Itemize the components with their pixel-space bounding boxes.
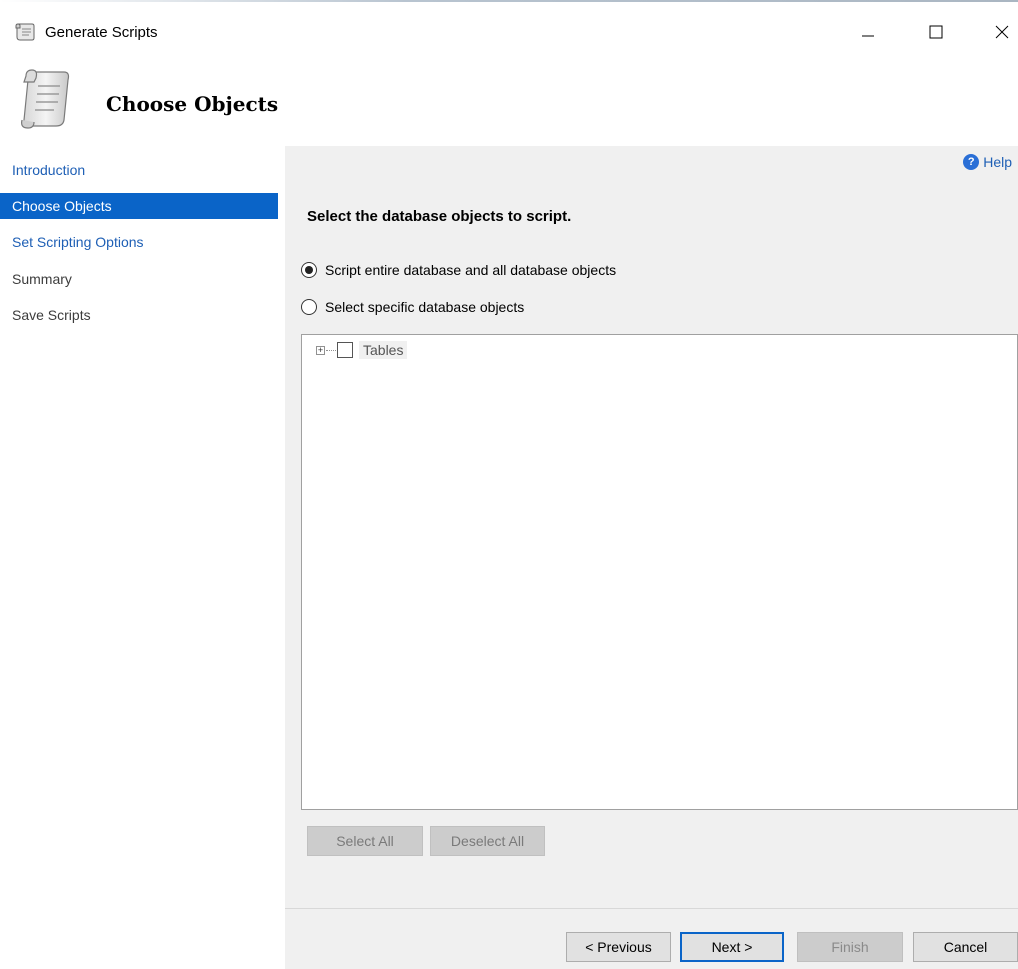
objects-tree[interactable]: + Tables — [301, 334, 1018, 810]
radio-button-unchecked[interactable] — [301, 299, 317, 315]
page-title: Choose Objects — [106, 92, 279, 116]
sidebar-item-set-scripting-options[interactable]: Set Scripting Options — [0, 229, 278, 255]
wizard-footer: < Previous Next > Finish Cancel — [285, 909, 1018, 969]
tree-item-tables: + Tables — [316, 341, 408, 359]
minimize-button[interactable] — [848, 18, 888, 48]
content-panel: ? Help Select the database objects to sc… — [285, 146, 1018, 908]
section-heading: Select the database objects to script. — [307, 208, 572, 225]
maximize-button[interactable] — [916, 18, 956, 48]
option-label: Select specific database objects — [325, 299, 525, 315]
wizard-header: Choose Objects — [0, 54, 1018, 146]
close-icon — [995, 25, 1009, 42]
title-bar: Generate Scripts — [0, 10, 1018, 54]
sidebar-item-save-scripts: Save Scripts — [12, 307, 91, 323]
next-button[interactable]: Next > — [680, 932, 784, 962]
close-button[interactable] — [982, 18, 1018, 48]
window-title: Generate Scripts — [45, 24, 158, 41]
select-all-button[interactable]: Select All — [307, 826, 423, 856]
option-label: Script entire database and all database … — [325, 262, 617, 278]
option-entire-database[interactable]: Script entire database and all database … — [301, 262, 616, 278]
help-link[interactable]: ? Help — [963, 154, 1012, 170]
tables-checkbox[interactable] — [337, 342, 353, 358]
expand-plus-icon[interactable]: + — [316, 345, 325, 355]
deselect-all-button[interactable]: Deselect All — [430, 826, 545, 856]
sidebar-item-introduction[interactable]: Introduction — [0, 157, 278, 183]
sidebar-item-summary: Summary — [12, 271, 72, 287]
sidebar-item-choose-objects[interactable]: Choose Objects — [0, 193, 278, 219]
maximize-icon — [929, 25, 943, 42]
wizard-steps-sidebar: Introduction Choose Objects Set Scriptin… — [0, 146, 285, 969]
scroll-icon — [18, 66, 74, 132]
cancel-button[interactable]: Cancel — [913, 932, 1018, 962]
finish-button[interactable]: Finish — [797, 932, 903, 962]
minimize-icon — [861, 25, 875, 42]
previous-button[interactable]: < Previous — [566, 932, 671, 962]
tree-item-label: Tables — [359, 341, 408, 359]
window-top-border — [0, 0, 1018, 2]
help-icon: ? — [963, 154, 980, 170]
help-label: Help — [983, 154, 1012, 170]
radio-button-checked[interactable] — [301, 262, 317, 278]
tree-connector — [326, 349, 336, 351]
option-specific-objects[interactable]: Select specific database objects — [301, 299, 524, 315]
scroll-icon — [14, 22, 36, 42]
